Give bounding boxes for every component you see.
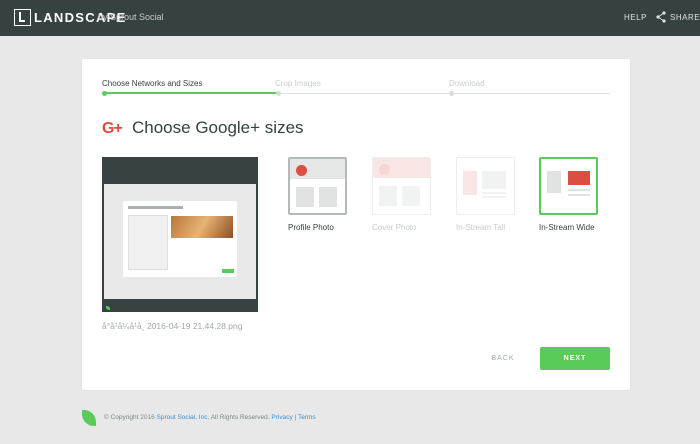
footer-terms-link[interactable]: Terms: [298, 414, 316, 421]
option-in-stream-tall: [456, 157, 515, 215]
option-cover-photo-label: Cover Photo: [372, 223, 417, 232]
footer-company-link[interactable]: Sprout Social, Inc.: [157, 414, 210, 421]
sprout-leaf-icon: [82, 410, 96, 426]
image-filename: å°å¹å¼å¹å¸ 2016-04-19 21.44.28.png: [102, 321, 243, 331]
option-in-stream-tall-label: In-Stream Tall: [456, 223, 506, 232]
back-button[interactable]: BACK: [480, 348, 526, 370]
footer-privacy-link[interactable]: Privacy: [271, 414, 292, 421]
wide-image-icon: [568, 171, 590, 185]
top-header: LANDSCAPE by Sprout Social HELP SHARE: [0, 0, 700, 36]
step-dot-2: [276, 91, 281, 96]
option-profile-photo-label[interactable]: Profile Photo: [288, 223, 334, 232]
option-in-stream-wide-label[interactable]: In-Stream Wide: [539, 223, 595, 232]
step-dot-3: [449, 91, 454, 96]
footer-copyright: © Copyright 2016: [104, 414, 155, 421]
page-title: Choose Google+ sizes: [132, 118, 304, 137]
footer: © Copyright 2016 Sprout Social, Inc. All…: [104, 414, 316, 421]
profile-avatar-icon: [296, 165, 307, 176]
footer-rights: All Rights Reserved.: [210, 414, 270, 421]
help-link[interactable]: HELP: [624, 13, 647, 22]
share-link[interactable]: SHARE: [670, 13, 700, 22]
footer-separator: |: [294, 414, 297, 421]
google-plus-icon: G+: [102, 120, 123, 137]
share-icon[interactable]: [656, 11, 666, 23]
step-choose-networks: Choose Networks and Sizes: [102, 79, 203, 88]
step-crop-images: Crop Images: [275, 79, 321, 88]
step-download: Download: [449, 79, 485, 88]
step-progress-line: [104, 92, 278, 94]
option-profile-photo[interactable]: [288, 157, 347, 215]
step-remaining-line: [278, 93, 610, 94]
landscape-logo-icon[interactable]: [14, 9, 31, 26]
option-cover-photo: [372, 157, 431, 215]
option-in-stream-wide[interactable]: [539, 157, 598, 215]
step-dot-1: [102, 91, 107, 96]
next-button[interactable]: NEXT: [540, 347, 610, 370]
uploaded-image-preview: [102, 157, 258, 312]
logo-byline: by Sprout Social: [98, 12, 164, 22]
